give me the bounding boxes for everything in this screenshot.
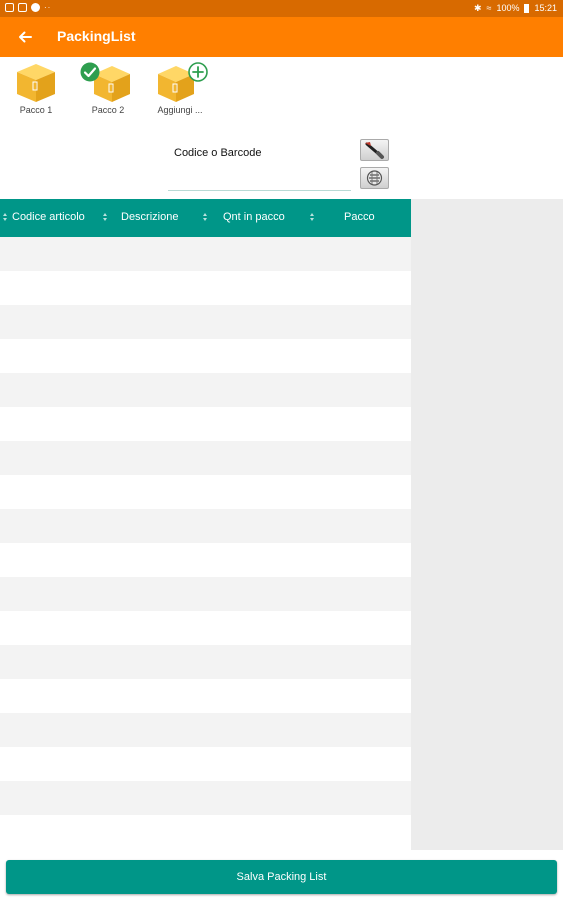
- table-header: Codice articolo Descrizione Qnt in pacco…: [0, 199, 411, 237]
- column-header-pacco[interactable]: Pacco: [344, 211, 375, 223]
- sort-icon[interactable]: [103, 213, 107, 221]
- add-package-button[interactable]: Aggiungi ...: [150, 62, 210, 115]
- barcode-scanner-icon: [365, 142, 384, 159]
- table-row: [0, 305, 411, 339]
- package-label: Pacco 1: [19, 105, 53, 115]
- notification-icon: [31, 3, 40, 12]
- package-item-1[interactable]: Pacco 1: [6, 62, 66, 115]
- status-left-icons: ··: [5, 3, 51, 12]
- page-title: PackingList: [57, 28, 136, 44]
- table-row: [0, 747, 411, 781]
- table-row: [0, 441, 411, 475]
- table-row: [0, 271, 411, 305]
- table-row: [0, 475, 411, 509]
- clock: 15:21: [534, 3, 557, 13]
- battery-icon: [524, 3, 530, 13]
- sort-icon[interactable]: [310, 213, 314, 221]
- save-packing-list-button[interactable]: Salva Packing List: [6, 860, 557, 894]
- wifi-icon: ≈: [486, 3, 492, 13]
- table-row: [0, 713, 411, 747]
- table-row: [0, 237, 411, 271]
- column-header-codice[interactable]: Codice articolo: [12, 211, 85, 223]
- table-row: [0, 781, 411, 815]
- barcode-input[interactable]: [168, 176, 351, 191]
- battery-percent: 100%: [496, 3, 520, 13]
- gallery-icon: [5, 3, 14, 12]
- sort-icon[interactable]: [3, 213, 7, 221]
- package-label: Pacco 2: [91, 105, 125, 115]
- table-row: [0, 815, 411, 849]
- camera-scan-icon: [366, 170, 383, 186]
- check-icon: [80, 62, 100, 82]
- table-row: [0, 407, 411, 441]
- app-bar: PackingList: [0, 17, 563, 57]
- camera-scan-button[interactable]: [360, 167, 389, 189]
- table-row: [0, 509, 411, 543]
- sort-icon[interactable]: [203, 213, 207, 221]
- package-label: Aggiungi ...: [157, 105, 203, 115]
- column-header-qnt[interactable]: Qnt in pacco: [223, 211, 285, 223]
- back-button[interactable]: [12, 24, 38, 50]
- arrow-left-icon: [19, 31, 32, 43]
- table-row: [0, 543, 411, 577]
- status-bar: ·· ✱ ≈ 100% 15:21: [0, 0, 563, 17]
- plus-icon: [188, 62, 208, 82]
- column-header-descrizione[interactable]: Descrizione: [121, 211, 178, 223]
- table-row: [0, 373, 411, 407]
- table-body: [0, 237, 411, 849]
- box-icon: [17, 64, 55, 102]
- status-right: ✱ ≈ 100% 15:21: [474, 2, 557, 14]
- table-row: [0, 679, 411, 713]
- table-row: [0, 339, 411, 373]
- table-row: [0, 645, 411, 679]
- more-dots-icon: ··: [44, 3, 52, 12]
- table-row: [0, 611, 411, 645]
- image-icon: [18, 3, 27, 12]
- side-panel: [411, 199, 563, 850]
- package-item-2[interactable]: Pacco 2: [78, 62, 138, 115]
- table-row: [0, 577, 411, 611]
- barcode-scanner-button[interactable]: [360, 139, 389, 161]
- barcode-label: Codice o Barcode: [174, 147, 262, 159]
- bluetooth-icon: ✱: [473, 3, 482, 13]
